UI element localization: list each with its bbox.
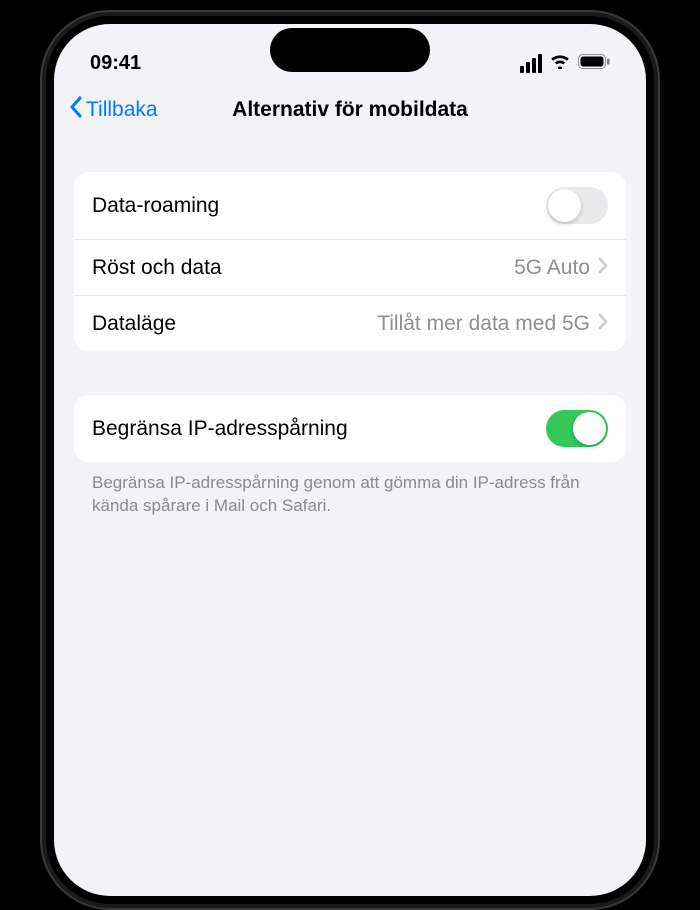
limit-ip-tracking-row[interactable]: Begränsa IP-adresspårning [74,395,626,462]
back-label: Tillbaka [86,98,158,122]
battery-icon [578,52,610,75]
row-value: 5G Auto [514,256,590,280]
cellular-icon [520,54,542,73]
phone-frame: 09:41 Tillbaka Alternativ för m [40,10,660,910]
data-mode-row[interactable]: Dataläge Tillåt mer data med 5G [74,295,626,351]
status-time: 09:41 [90,52,141,75]
row-label: Dataläge [92,312,176,336]
toggle-knob [548,189,581,222]
data-roaming-row[interactable]: Data-roaming [74,172,626,239]
status-icons [520,52,610,75]
chevron-right-icon [598,256,608,280]
data-roaming-toggle[interactable] [546,187,608,224]
row-label: Begränsa IP-adresspårning [92,417,348,441]
chevron-left-icon [68,96,83,124]
wifi-icon [549,52,571,75]
group-footer-text: Begränsa IP-adresspårning genom att gömm… [74,462,626,528]
navigation-bar: Tillbaka Alternativ för mobildata [54,84,646,136]
screen: 09:41 Tillbaka Alternativ för m [54,24,646,896]
limit-ip-tracking-toggle[interactable] [546,410,608,447]
row-value: Tillåt mer data med 5G [377,312,590,336]
content: Data-roaming Röst och data 5G Auto [54,136,646,528]
toggle-knob [573,412,606,445]
row-value-wrap: 5G Auto [514,256,608,280]
row-label: Data-roaming [92,194,219,218]
dynamic-island [270,28,430,72]
voice-and-data-row[interactable]: Röst och data 5G Auto [74,239,626,295]
settings-group-2: Begränsa IP-adresspårning [74,395,626,462]
row-value-wrap: Tillåt mer data med 5G [377,312,608,336]
settings-group-1: Data-roaming Röst och data 5G Auto [74,172,626,351]
page-title: Alternativ för mobildata [232,98,468,122]
row-label: Röst och data [92,256,222,280]
back-button[interactable]: Tillbaka [68,96,158,124]
chevron-right-icon [598,312,608,336]
